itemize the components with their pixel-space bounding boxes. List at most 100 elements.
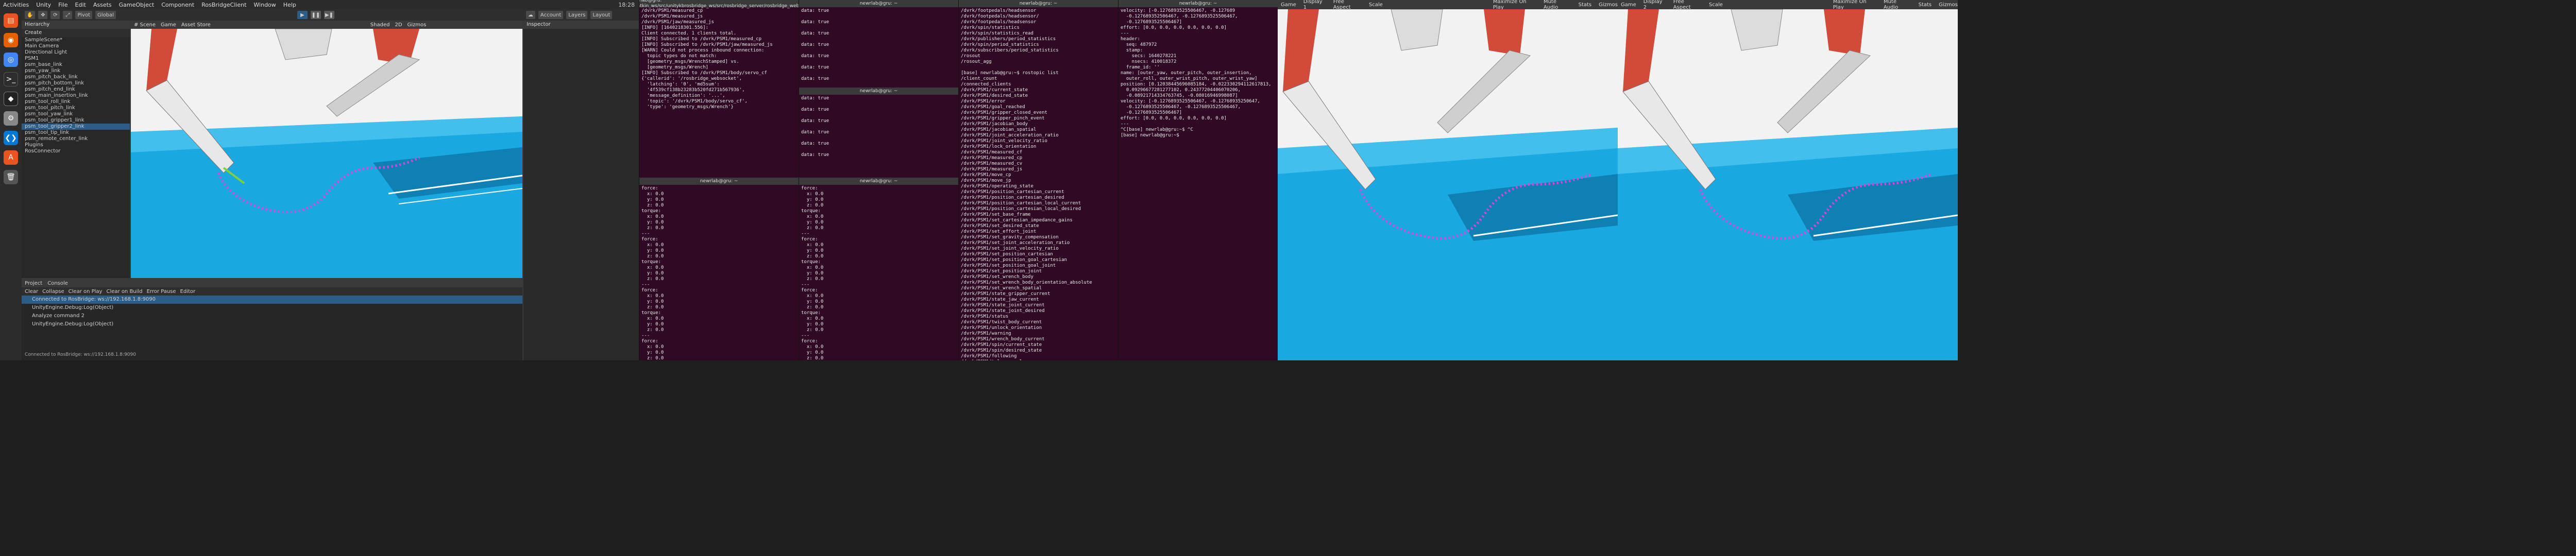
tab-game[interactable]: Game xyxy=(1621,2,1636,8)
layout-button[interactable]: Layout xyxy=(590,11,613,19)
hierarchy-create-button[interactable]: Create xyxy=(22,29,130,37)
hierarchy-item[interactable]: Directional Light xyxy=(22,49,130,56)
tab-asset-store[interactable]: Asset Store xyxy=(181,22,211,28)
inspector-tab[interactable]: Inspector xyxy=(523,21,639,29)
console-log-row[interactable]: UnityEngine.Debug:Log(Object) xyxy=(22,304,522,312)
hierarchy-tab[interactable]: Hierarchy xyxy=(22,21,130,29)
tab-console[interactable]: Console xyxy=(47,281,68,286)
stats-toggle[interactable]: Stats xyxy=(1579,2,1592,8)
console-collapse-button[interactable]: Collapse xyxy=(42,289,64,294)
2d-toggle[interactable]: 2D xyxy=(395,22,402,28)
display-dropdown[interactable]: Display 1 xyxy=(1303,0,1326,10)
terminal-echo-2[interactable]: newrlab@gru: ~ data: true data: true dat… xyxy=(799,88,958,178)
terminal-wrench-1[interactable]: newrlab@gru: ~ force: x: 0.0 y: 0.0 z: 0… xyxy=(639,178,799,360)
menu-file[interactable]: File xyxy=(58,2,67,8)
vscode-icon[interactable]: ❮❯ xyxy=(4,131,18,145)
mute-audio-toggle[interactable]: Mute Audio xyxy=(1544,0,1571,10)
menu-assets[interactable]: Assets xyxy=(93,2,112,8)
console-editor-button[interactable]: Editor xyxy=(180,289,196,294)
terminal-wrench-2[interactable]: newrlab@gru: ~ force: x: 0.0 y: 0.0 z: 0… xyxy=(799,178,958,360)
menu-edit[interactable]: Edit xyxy=(75,2,86,8)
hierarchy-item[interactable]: psm_base_link xyxy=(22,62,130,68)
hierarchy-item[interactable]: psm_main_insertion_link xyxy=(22,93,130,99)
console-clear-button[interactable]: Clear xyxy=(25,289,38,294)
hierarchy-item[interactable]: psm_tool_pitch_link xyxy=(22,105,130,111)
game-view-2[interactable]: Game Display 2 Free Aspect Scale Maximiz… xyxy=(1618,0,1958,360)
console-clear-on-build-button[interactable]: Clear on Build xyxy=(106,289,142,294)
scale-tool-icon[interactable]: ⤢ xyxy=(63,11,73,19)
tab-project[interactable]: Project xyxy=(25,281,42,286)
menu-help[interactable]: Help xyxy=(283,2,296,8)
hierarchy-item[interactable]: PSM1 xyxy=(22,56,130,62)
software-icon[interactable]: A xyxy=(4,150,18,165)
terminal-echo-1[interactable]: newrlab@gru: ~ data: true data: true dat… xyxy=(799,0,958,88)
hierarchy-item[interactable]: psm_tool_yaw_link xyxy=(22,111,130,117)
move-tool-icon[interactable]: ✥ xyxy=(38,11,48,19)
clock[interactable]: 18:28 xyxy=(618,2,639,8)
menu-gameobject[interactable]: GameObject xyxy=(119,2,155,8)
scene-view[interactable]: # Scene Game Asset Store Shaded 2D Gizmo… xyxy=(131,21,522,278)
display-dropdown[interactable]: Display 2 xyxy=(1643,0,1666,10)
step-icon[interactable]: ▶❚ xyxy=(324,11,334,19)
files-icon[interactable]: ▤ xyxy=(4,13,18,28)
tab-scene[interactable]: # Scene xyxy=(134,22,156,28)
terminal-rosbridge[interactable]: newrlab@gru: ~/catkin_ws/src/unitykbrosb… xyxy=(639,0,799,178)
mute-audio-toggle[interactable]: Mute Audio xyxy=(1884,0,1911,10)
console-clear-on-play-button[interactable]: Clear on Play xyxy=(69,289,103,294)
console-log-row[interactable]: Connected to RosBridge: ws://192.168.1.8… xyxy=(22,296,522,304)
shaded-dropdown[interactable]: Shaded xyxy=(370,22,390,28)
hierarchy-item[interactable]: psm_remote_center_link xyxy=(22,136,130,142)
hierarchy-item[interactable]: psm_tool_gripper1_link xyxy=(22,117,130,124)
rotate-tool-icon[interactable]: ⟳ xyxy=(50,11,60,19)
activities-button[interactable]: Activities xyxy=(3,2,29,8)
console-log-row[interactable]: UnityEngine.Debug:Log(Object) xyxy=(22,320,522,328)
hand-tool-icon[interactable]: ✋ xyxy=(25,11,36,19)
firefox-icon[interactable]: ◉ xyxy=(4,33,18,47)
trash-icon[interactable]: 🗑 xyxy=(4,170,18,184)
hierarchy-item[interactable]: psm_pitch_bottom_link xyxy=(22,80,130,86)
console-detail[interactable]: Connected to RosBridge: ws://192.168.1.8… xyxy=(25,352,136,357)
cloud-icon[interactable]: ☁ xyxy=(526,11,535,19)
chrome-icon[interactable]: ◎ xyxy=(4,53,18,67)
hierarchy-item[interactable]: psm_yaw_link xyxy=(22,68,130,74)
hierarchy-item[interactable]: psm_pitch_back_link xyxy=(22,74,130,80)
menu-rosbridgeclient[interactable]: RosBridgeClient xyxy=(201,2,246,8)
gizmos-toggle[interactable]: Gizmos xyxy=(1939,2,1958,8)
play-icon[interactable]: ▶ xyxy=(297,11,308,19)
aspect-dropdown[interactable]: Free Aspect xyxy=(1333,0,1362,10)
hierarchy-item[interactable]: Plugins xyxy=(22,142,130,148)
terminal-icon[interactable]: >_ xyxy=(4,72,18,86)
scale-slider[interactable]: Scale xyxy=(1369,2,1383,8)
settings-icon[interactable]: ⚙ xyxy=(4,111,18,126)
aspect-dropdown[interactable]: Free Aspect xyxy=(1673,0,1702,10)
menu-window[interactable]: Window xyxy=(253,2,276,8)
scale-slider[interactable]: Scale xyxy=(1709,2,1723,8)
layers-button[interactable]: Layers xyxy=(566,11,588,19)
hierarchy-item[interactable]: Main Camera xyxy=(22,43,130,49)
gizmos-toggle[interactable]: Gizmos xyxy=(1599,2,1618,8)
tab-game[interactable]: Game xyxy=(161,22,176,28)
hierarchy-item[interactable]: psm_tool_gripper2_link xyxy=(22,124,130,130)
terminal-rostopic-list[interactable]: newrlab@gru: ~ /dvrk/footpedals/headsens… xyxy=(958,0,1118,360)
gizmos-dropdown[interactable]: Gizmos xyxy=(408,22,427,28)
hierarchy-item[interactable]: RosConnector xyxy=(22,148,130,154)
hierarchy-item[interactable]: psm_tool_roll_link xyxy=(22,99,130,105)
stats-toggle[interactable]: Stats xyxy=(1919,2,1932,8)
hierarchy-item[interactable]: psm_pitch_end_link xyxy=(22,86,130,93)
terminal-joint-state[interactable]: newrlab@gru: ~ velocity: [-0.12768935255… xyxy=(1118,0,1278,360)
game-view-1[interactable]: Game Display 1 Free Aspect Scale Maximiz… xyxy=(1278,0,1618,360)
app-name[interactable]: Unity xyxy=(36,2,51,8)
console-log-row[interactable]: Analyze command 2 xyxy=(22,312,522,320)
pivot-button[interactable]: Pivot xyxy=(75,11,92,19)
tab-game[interactable]: Game xyxy=(1281,2,1296,8)
global-button[interactable]: Global xyxy=(95,11,116,19)
hierarchy-item[interactable]: SampleScene* xyxy=(22,37,130,43)
pause-icon[interactable]: ❚❚ xyxy=(310,11,321,19)
hierarchy-item[interactable]: psm_tool_tip_link xyxy=(22,130,130,136)
console-error-pause-button[interactable]: Error Pause xyxy=(147,289,176,294)
maximize-on-play-toggle[interactable]: Maximize On Play xyxy=(1493,0,1536,10)
menu-component[interactable]: Component xyxy=(161,2,194,8)
maximize-on-play-toggle[interactable]: Maximize On Play xyxy=(1833,0,1876,10)
unity-icon[interactable]: ◆ xyxy=(4,92,18,106)
account-button[interactable]: Account xyxy=(538,11,564,19)
